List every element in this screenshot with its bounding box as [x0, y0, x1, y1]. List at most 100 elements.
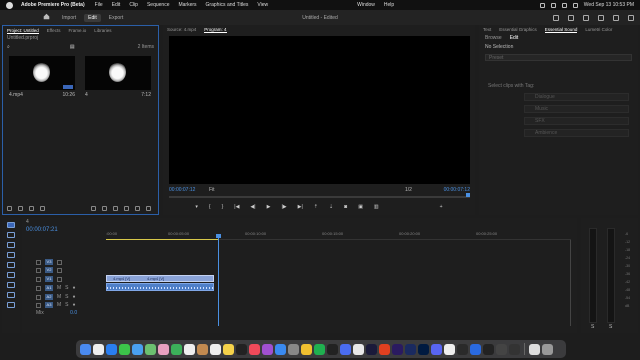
pencil-icon[interactable] [7, 205, 12, 211]
new-bin-icon[interactable]: ▤ [70, 44, 75, 50]
clip-thumbnail[interactable] [9, 56, 75, 90]
clock[interactable]: Wed Sep 13 10:53 PM [584, 2, 634, 8]
tab-export[interactable]: Export [105, 14, 127, 22]
mute-icon[interactable]: M [57, 294, 61, 300]
tab-source[interactable]: Source: 4.mp4 [167, 27, 196, 32]
track-a3[interactable]: A3 M S ● [26, 301, 570, 309]
zoom-slider-icon[interactable] [40, 205, 45, 211]
menu-window[interactable]: Window [357, 2, 375, 8]
eye-icon[interactable] [57, 267, 62, 273]
vlc-icon[interactable] [301, 343, 312, 355]
tab-frameio[interactable]: Frame.io [68, 28, 86, 33]
solo-right-button[interactable]: S [609, 324, 612, 330]
selection-tool-icon[interactable] [7, 222, 15, 228]
vscode-icon[interactable] [470, 343, 481, 355]
trash-icon[interactable] [146, 205, 151, 211]
vr-icon[interactable]: ▥ [374, 204, 379, 210]
marker-icon[interactable]: ▾ [195, 204, 198, 210]
ripple-edit-icon[interactable] [7, 242, 15, 248]
step-forward-icon[interactable]: |▶ [281, 204, 286, 210]
go-to-out-icon[interactable]: ▶| [298, 204, 303, 210]
play-icon[interactable]: ▶ [267, 204, 271, 210]
type-icon[interactable] [7, 302, 15, 308]
zoom-select[interactable]: Fit [209, 187, 215, 193]
app-menu[interactable]: Adobe Premiere Pro (Beta) [21, 2, 85, 8]
apple-icon[interactable] [6, 1, 13, 9]
menu-sequence[interactable]: Sequence [147, 2, 170, 8]
search-icon[interactable] [561, 2, 567, 8]
extract-icon[interactable]: ⇣ [329, 204, 333, 210]
notes-icon[interactable] [223, 343, 234, 355]
project-search[interactable]: ⌕ ▤ [7, 44, 154, 50]
obs-icon[interactable] [509, 343, 520, 355]
tab-program[interactable]: Program: 4 [204, 27, 227, 33]
resolution-select[interactable]: 1/2 [405, 187, 412, 193]
monitor-scrubber[interactable] [169, 196, 470, 198]
capcut-icon[interactable] [457, 343, 468, 355]
mute-icon[interactable]: M [57, 285, 61, 291]
progress-icon[interactable] [583, 14, 589, 21]
menu-graphics[interactable]: Graphics and Titles [206, 2, 249, 8]
chrome-icon[interactable] [353, 343, 364, 355]
track-v2[interactable]: V2 [26, 266, 570, 274]
tab-libraries[interactable]: Libraries [94, 28, 111, 33]
solo-icon[interactable]: S [65, 285, 68, 291]
github-icon[interactable] [483, 343, 494, 355]
fullscreen-icon[interactable] [628, 14, 634, 21]
sequence-tab[interactable]: 4 [26, 219, 29, 225]
menu-edit[interactable]: Edit [112, 2, 121, 8]
eye-icon[interactable] [57, 276, 62, 282]
tag-ambience-button[interactable]: Ambience [524, 129, 629, 137]
menu-file[interactable]: File [95, 2, 103, 8]
timeline-timecode[interactable]: 00:00:07:21 [26, 227, 58, 233]
find-icon[interactable] [113, 205, 118, 211]
podcasts-icon[interactable] [262, 343, 273, 355]
mic-icon[interactable]: ● [73, 302, 76, 308]
settings-icon[interactable] [288, 343, 299, 355]
mute-icon[interactable]: M [57, 302, 61, 308]
slip-icon[interactable] [7, 262, 15, 268]
lock-icon[interactable] [36, 302, 41, 308]
menu-view[interactable]: View [257, 2, 268, 8]
premiere-icon[interactable] [392, 343, 403, 355]
playhead-timecode[interactable]: 00:00:07:12 [169, 187, 195, 193]
comparison-icon[interactable]: ▣ [358, 204, 363, 210]
track-a2[interactable]: A2 M S ● [26, 293, 570, 301]
tab-effects[interactable]: Effects [47, 28, 61, 33]
list-view-icon[interactable] [18, 205, 23, 211]
monitor-playhead[interactable] [466, 193, 470, 197]
tab-lumetri[interactable]: Lumetri Color [585, 27, 612, 32]
tv-icon[interactable] [236, 343, 247, 355]
lock-icon[interactable] [36, 267, 41, 273]
downloads-icon[interactable] [529, 343, 540, 355]
safari-icon[interactable] [106, 343, 117, 355]
mark-in-icon[interactable]: { [209, 204, 211, 210]
menu-help[interactable]: Help [384, 2, 394, 8]
illustrator-icon[interactable] [379, 343, 390, 355]
home-icon[interactable] [43, 13, 50, 20]
tab-essential-graphics[interactable]: Essential Graphics [499, 27, 537, 32]
razor-icon[interactable] [7, 252, 15, 258]
lock-icon[interactable] [36, 294, 41, 300]
subtab-browse[interactable]: Browse [485, 35, 502, 41]
track-select-icon[interactable] [7, 232, 15, 238]
add-button-icon[interactable]: + [440, 204, 443, 210]
messages-icon[interactable] [119, 343, 130, 355]
hand-icon[interactable] [7, 292, 15, 298]
reminders-icon[interactable] [210, 343, 221, 355]
control-center-icon[interactable] [572, 2, 578, 8]
terminal-icon[interactable] [327, 343, 338, 355]
preset-select[interactable]: Preset [485, 54, 632, 61]
step-back-icon[interactable]: ◀| [250, 204, 255, 210]
new-item-icon[interactable] [135, 205, 140, 211]
icon-view-icon[interactable] [29, 205, 34, 211]
lift-icon[interactable]: ⇡ [314, 204, 318, 210]
go-to-in-icon[interactable]: |◀ [234, 204, 239, 210]
export-frame-icon[interactable]: ◙ [344, 204, 347, 210]
wifi-icon[interactable] [550, 2, 556, 8]
tab-project[interactable]: Project: Untitled [7, 28, 39, 34]
lock-icon[interactable] [36, 285, 41, 291]
menu-clip[interactable]: Clip [129, 2, 138, 8]
timeline-playhead[interactable] [218, 234, 219, 326]
after-effects-icon[interactable] [405, 343, 416, 355]
